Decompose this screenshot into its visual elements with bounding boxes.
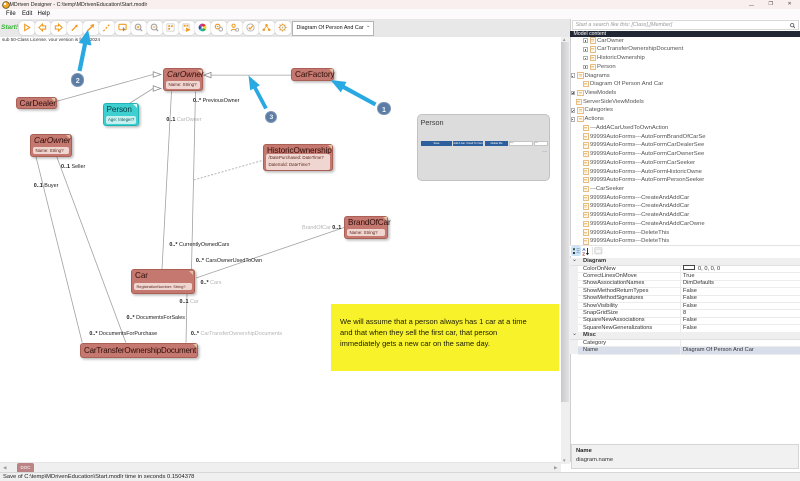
svg-text:Z: Z [582,251,585,256]
